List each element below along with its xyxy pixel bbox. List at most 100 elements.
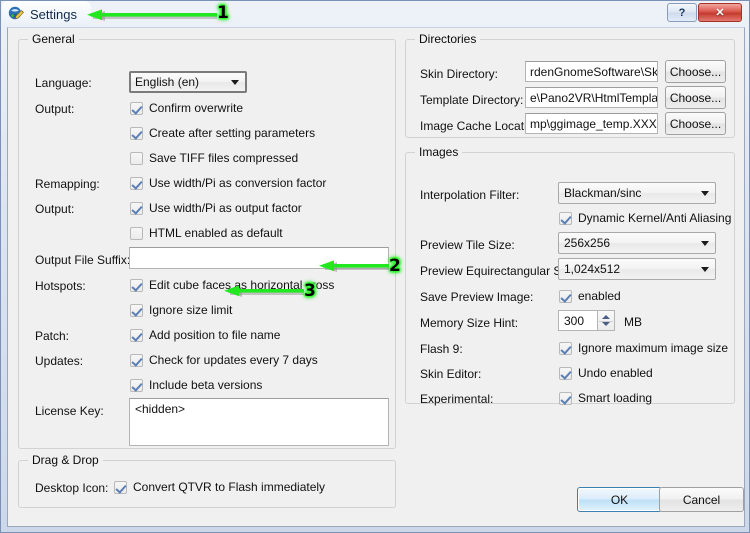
checkbox-ignore-maximum-image-size[interactable] bbox=[559, 342, 572, 355]
label-dynamic-kernel: Dynamic Kernel/Anti Aliasing bbox=[578, 211, 732, 225]
group-images-label: Images bbox=[415, 145, 463, 159]
label-license-key: License Key: bbox=[35, 404, 104, 418]
window-title-tab: Settings bbox=[2, 1, 91, 27]
checkbox-convert-qtvr-to-flash[interactable] bbox=[114, 481, 127, 494]
annotation-number-3: 3 bbox=[304, 281, 316, 301]
cancel-button-label: Cancel bbox=[682, 492, 721, 507]
memory-size-spinner[interactable]: 300 bbox=[558, 310, 615, 331]
label-interpolation-filter: Interpolation Filter: bbox=[420, 188, 520, 202]
interpolation-filter-combo[interactable]: Blackman/sinc bbox=[558, 182, 716, 204]
label-remapping: Remapping: bbox=[35, 177, 100, 191]
label-include-beta-versions: Include beta versions bbox=[149, 378, 263, 392]
help-button[interactable]: ? bbox=[667, 3, 697, 22]
label-smart-loading: Smart loading bbox=[578, 391, 653, 405]
label-undo-enabled: Undo enabled bbox=[578, 366, 653, 380]
label-output-file-suffix: Output File Suffix: bbox=[35, 253, 131, 267]
annotation-arrow-3 bbox=[224, 285, 304, 297]
template-directory-choose-label: Choose... bbox=[669, 90, 722, 105]
label-output-2: Output: bbox=[35, 202, 75, 216]
license-key-input[interactable]: <hidden> bbox=[129, 398, 389, 446]
label-experimental: Experimental: bbox=[420, 392, 494, 406]
stepper-down-icon[interactable] bbox=[602, 322, 610, 326]
label-use-width-pi-output: Use width/Pi as output factor bbox=[149, 201, 302, 215]
cancel-button[interactable]: Cancel bbox=[659, 487, 744, 512]
skin-directory-input[interactable]: rdenGnomeSoftware\Skins bbox=[525, 61, 658, 82]
label-save-tiff-compressed: Save TIFF files compressed bbox=[149, 151, 299, 165]
label-ignore-size-limit: Ignore size limit bbox=[149, 303, 233, 317]
label-template-directory: Template Directory: bbox=[420, 93, 524, 107]
label-preview-tile-size: Preview Tile Size: bbox=[420, 238, 515, 252]
preview-equirect-size-combo[interactable]: 1,024x512 bbox=[558, 258, 716, 280]
checkbox-ignore-size-limit[interactable] bbox=[130, 304, 143, 317]
checkbox-add-position-to-filename[interactable] bbox=[130, 329, 143, 342]
label-add-position-to-filename: Add position to file name bbox=[149, 328, 281, 342]
chevron-down-icon bbox=[701, 191, 709, 196]
chevron-down-icon bbox=[701, 241, 709, 246]
label-check-for-updates: Check for updates every 7 days bbox=[149, 353, 318, 367]
skin-directory-choose-label: Choose... bbox=[669, 64, 722, 79]
label-output: Output: bbox=[35, 102, 75, 116]
chevron-down-icon bbox=[231, 80, 239, 85]
preview-tile-size-combo[interactable]: 256x256 bbox=[558, 232, 716, 254]
image-cache-choose-label: Choose... bbox=[669, 116, 722, 131]
group-directories-label: Directories bbox=[415, 32, 481, 46]
checkbox-dynamic-kernel[interactable] bbox=[559, 212, 572, 225]
image-cache-location-input[interactable]: mp\ggimage_temp.XXXXXX bbox=[525, 113, 658, 134]
annotation-number-2: 2 bbox=[389, 256, 401, 276]
label-convert-qtvr-to-flash: Convert QTVR to Flash immediately bbox=[133, 480, 326, 494]
ok-button[interactable]: OK bbox=[577, 487, 662, 512]
dialog-client-area: General Language: English (en) Output: C… bbox=[7, 27, 745, 527]
checkbox-check-for-updates[interactable] bbox=[130, 354, 143, 367]
stepper-up-icon[interactable] bbox=[602, 315, 610, 319]
label-save-preview-image: Save Preview Image: bbox=[420, 290, 534, 304]
close-button[interactable]: ✕ bbox=[698, 3, 742, 22]
interpolation-filter-value: Blackman/sinc bbox=[564, 186, 642, 200]
template-directory-value: e\Pano2VR\HtmlTemplates bbox=[530, 90, 658, 105]
checkbox-save-tiff-compressed[interactable] bbox=[130, 152, 143, 165]
checkbox-html-enabled-default[interactable] bbox=[130, 227, 143, 240]
language-combo-value: English (en) bbox=[135, 75, 200, 89]
label-language: Language: bbox=[35, 76, 92, 90]
checkbox-edit-cube-faces[interactable] bbox=[130, 279, 143, 292]
checkbox-undo-enabled[interactable] bbox=[559, 367, 572, 380]
label-hotspots: Hotspots: bbox=[35, 279, 86, 293]
label-updates: Updates: bbox=[35, 354, 84, 368]
language-combo[interactable]: English (en) bbox=[129, 71, 247, 93]
image-cache-choose-button[interactable]: Choose... bbox=[665, 112, 726, 135]
label-skin-editor: Skin Editor: bbox=[420, 367, 482, 381]
label-desktop-icon: Desktop Icon: bbox=[35, 481, 109, 495]
chevron-down-icon bbox=[701, 267, 709, 272]
license-key-value: <hidden> bbox=[135, 402, 186, 416]
checkbox-include-beta-versions[interactable] bbox=[130, 379, 143, 392]
memory-size-stepper bbox=[598, 310, 615, 331]
annotation-arrow-1 bbox=[87, 9, 217, 21]
label-use-width-pi-conversion: Use width/Pi as conversion factor bbox=[149, 176, 327, 190]
checkbox-create-after-setting-parameters[interactable] bbox=[130, 127, 143, 140]
preview-tile-size-value: 256x256 bbox=[564, 236, 611, 250]
checkbox-use-width-pi-conversion[interactable] bbox=[130, 177, 143, 190]
label-flash9: Flash 9: bbox=[420, 342, 463, 356]
label-skin-directory: Skin Directory: bbox=[420, 67, 499, 81]
template-directory-input[interactable]: e\Pano2VR\HtmlTemplates bbox=[525, 87, 658, 108]
template-directory-choose-button[interactable]: Choose... bbox=[665, 86, 726, 109]
memory-size-value: 300 bbox=[564, 313, 585, 328]
checkbox-smart-loading[interactable] bbox=[559, 392, 572, 405]
preview-equirect-size-value: 1,024x512 bbox=[564, 262, 621, 276]
label-confirm-overwrite: Confirm overwrite bbox=[149, 101, 244, 115]
annotation-number-1: 1 bbox=[217, 3, 229, 23]
label-memory-size-hint: Memory Size Hint: bbox=[420, 316, 519, 330]
group-general: General Language: English (en) Output: C… bbox=[18, 32, 396, 449]
checkbox-use-width-pi-output[interactable] bbox=[130, 202, 143, 215]
settings-window: Settings ? ✕ General Language: English (… bbox=[0, 0, 750, 533]
label-create-after-setting-parameters: Create after setting parameters bbox=[149, 126, 316, 140]
window-title: Settings bbox=[30, 6, 77, 22]
checkbox-confirm-overwrite[interactable] bbox=[130, 102, 143, 115]
group-images: Images Interpolation Filter: Blackman/si… bbox=[405, 145, 735, 406]
app-icon bbox=[8, 6, 24, 20]
checkbox-save-preview-image[interactable] bbox=[559, 290, 572, 303]
ok-button-label: OK bbox=[610, 492, 629, 507]
skin-directory-choose-button[interactable]: Choose... bbox=[665, 60, 726, 83]
image-cache-location-value: mp\ggimage_temp.XXXXXX bbox=[530, 116, 657, 131]
group-directories: Directories Skin Directory: rdenGnomeSof… bbox=[405, 32, 735, 138]
group-drag-drop-label: Drag & Drop bbox=[28, 453, 103, 467]
